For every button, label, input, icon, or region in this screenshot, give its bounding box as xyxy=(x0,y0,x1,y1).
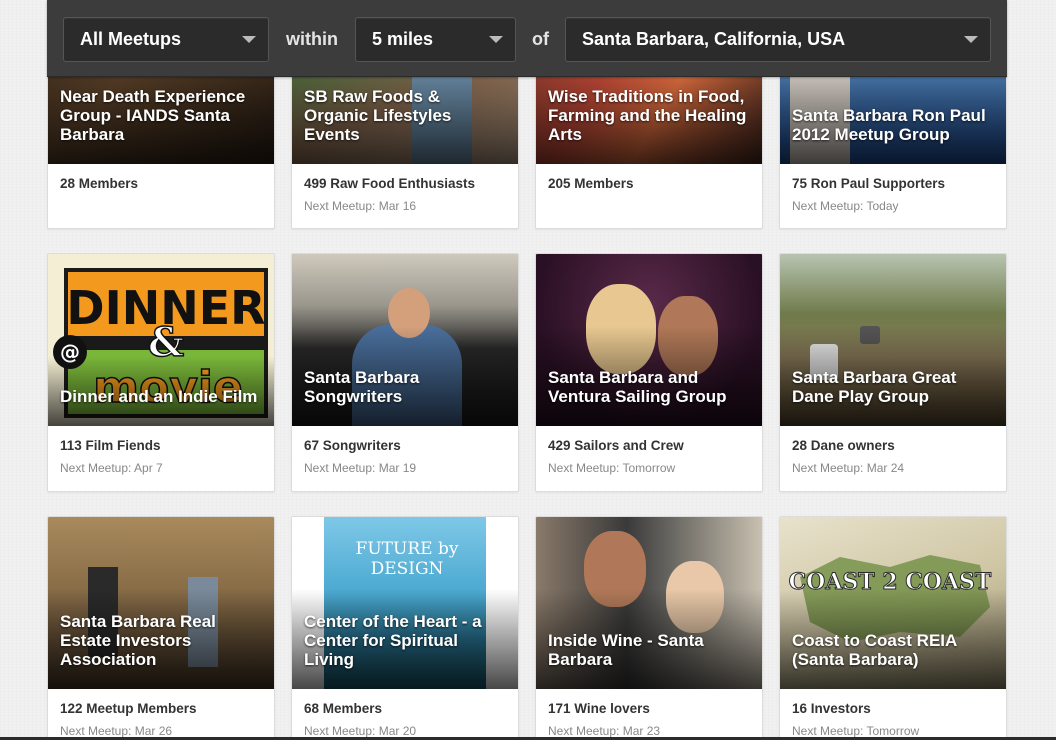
member-count: 68 Members xyxy=(304,701,383,716)
meetup-photo: Inside Wine - Santa Barbara xyxy=(536,517,762,689)
meetup-photo: Santa Barbara Songwriters xyxy=(292,254,518,426)
filter-bar: All Meetups within 5 miles of Santa Barb… xyxy=(47,0,1007,77)
meetup-photo: DINNER & @ movie Dinner and an Indie Fil… xyxy=(48,254,274,426)
meetup-photo: Santa Barbara Real Estate Investors Asso… xyxy=(48,517,274,689)
meetup-title: Near Death Experience Group - IANDS Sant… xyxy=(60,87,246,144)
next-meetup: Next Meetup: Mar 26 xyxy=(60,724,173,738)
meetup-title: SB Raw Foods & Organic Lifestyles Events xyxy=(304,87,452,144)
meetup-info: 68 Members Next Meetup: Mar 20 xyxy=(292,689,518,740)
member-count: 16 Investors xyxy=(792,701,871,716)
meetup-card[interactable]: Santa Barbara Great Dane Play Group 28 D… xyxy=(779,253,1007,492)
member-count: 171 Wine lovers xyxy=(548,701,650,716)
meetup-card[interactable]: COAST 2 COAST Coast to Coast REIA (Santa… xyxy=(779,516,1007,740)
next-meetup: Next Meetup: Apr 7 xyxy=(60,461,163,475)
location-dropdown-value: Santa Barbara, California, USA xyxy=(582,29,846,49)
location-dropdown[interactable]: Santa Barbara, California, USA xyxy=(565,17,991,62)
meetup-info: 499 Raw Food Enthusiasts Next Meetup: Ma… xyxy=(292,164,518,228)
next-meetup: Next Meetup: Mar 23 xyxy=(548,724,661,738)
book-cover-title: FUTURE by DESIGN xyxy=(355,539,459,579)
next-meetup: Next Meetup: Tomorrow xyxy=(792,724,920,738)
meetup-title: Santa Barbara and Ventura Sailing Group xyxy=(548,368,727,406)
meetup-photo: Santa Barbara and Ventura Sailing Group xyxy=(536,254,762,426)
meetup-title: Santa Barbara Ron Paul 2012 Meetup Group xyxy=(792,106,986,144)
category-dropdown-value: All Meetups xyxy=(80,29,182,49)
meetup-info: 16 Investors Next Meetup: Tomorrow xyxy=(780,689,1006,740)
next-meetup: Next Meetup: Mar 16 xyxy=(304,199,417,213)
meetup-title: Dinner and an Indie Film xyxy=(60,387,258,406)
distance-dropdown-value: 5 miles xyxy=(372,29,434,49)
next-meetup: Next Meetup: Today xyxy=(792,199,899,213)
meetup-info: 122 Meetup Members Next Meetup: Mar 26 xyxy=(48,689,274,740)
meetup-info: 113 Film Fiends Next Meetup: Apr 7 xyxy=(48,426,274,491)
category-dropdown[interactable]: All Meetups xyxy=(63,17,269,62)
meetup-card[interactable]: Santa Barbara Real Estate Investors Asso… xyxy=(47,516,275,740)
chevron-down-icon xyxy=(242,36,256,43)
member-count: 75 Ron Paul Supporters xyxy=(792,176,946,191)
distance-dropdown[interactable]: 5 miles xyxy=(355,17,516,62)
meetup-card[interactable]: Santa Barbara Songwriters 67 Songwriters… xyxy=(291,253,519,492)
within-label: within xyxy=(286,29,338,49)
meetup-card[interactable]: Santa Barbara and Ventura Sailing Group … xyxy=(535,253,763,492)
meetup-title: Santa Barbara Great Dane Play Group xyxy=(792,368,957,406)
meetup-title: Santa Barbara Songwriters xyxy=(304,368,420,406)
member-count: 28 Dane owners xyxy=(792,438,895,453)
next-meetup: Next Meetup: Tomorrow xyxy=(548,461,676,475)
next-meetup: Next Meetup: Mar 19 xyxy=(304,461,417,475)
meetup-title: Center of the Heart - a Center for Spiri… xyxy=(304,612,482,669)
next-meetup: Next Meetup: Mar 20 xyxy=(304,724,417,738)
next-meetup: Next Meetup: Mar 24 xyxy=(792,461,905,475)
meetup-info: 67 Songwriters Next Meetup: Mar 19 xyxy=(292,426,518,491)
meetup-photo: Santa Barbara Great Dane Play Group xyxy=(780,254,1006,426)
meetup-card[interactable]: Inside Wine - Santa Barbara 171 Wine lov… xyxy=(535,516,763,740)
member-count: 28 Members xyxy=(60,176,139,191)
meetup-title: Inside Wine - Santa Barbara xyxy=(548,631,704,669)
meetup-info: 171 Wine lovers Next Meetup: Mar 23 xyxy=(536,689,762,740)
meetup-card[interactable]: FUTURE by DESIGN Center of the Heart - a… xyxy=(291,516,519,740)
meetup-photo: COAST 2 COAST Coast to Coast REIA (Santa… xyxy=(780,517,1006,689)
chevron-down-icon xyxy=(964,36,978,43)
meetup-title: Santa Barbara Real Estate Investors Asso… xyxy=(60,612,216,669)
member-count: 499 Raw Food Enthusiasts xyxy=(304,176,476,191)
meetup-info: 28 Dane owners Next Meetup: Mar 24 xyxy=(780,426,1006,491)
meetup-photo: FUTURE by DESIGN Center of the Heart - a… xyxy=(292,517,518,689)
meetup-title: Coast to Coast REIA (Santa Barbara) xyxy=(792,631,957,669)
meetup-info: 28 Members xyxy=(48,164,274,228)
meetup-info: 429 Sailors and Crew Next Meetup: Tomorr… xyxy=(536,426,762,491)
meetup-info: 75 Ron Paul Supporters Next Meetup: Toda… xyxy=(780,164,1006,228)
chevron-down-icon xyxy=(489,36,503,43)
meetup-info: 205 Members xyxy=(536,164,762,228)
member-count: 122 Meetup Members xyxy=(60,701,197,716)
meetup-card[interactable]: DINNER & @ movie Dinner and an Indie Fil… xyxy=(47,253,275,492)
member-count: 205 Members xyxy=(548,176,634,191)
member-count: 67 Songwriters xyxy=(304,438,401,453)
member-count: 429 Sailors and Crew xyxy=(548,438,684,453)
member-count: 113 Film Fiends xyxy=(60,438,161,453)
of-label: of xyxy=(532,29,549,49)
meetup-title: Wise Traditions in Food, Farming and the… xyxy=(548,87,747,144)
